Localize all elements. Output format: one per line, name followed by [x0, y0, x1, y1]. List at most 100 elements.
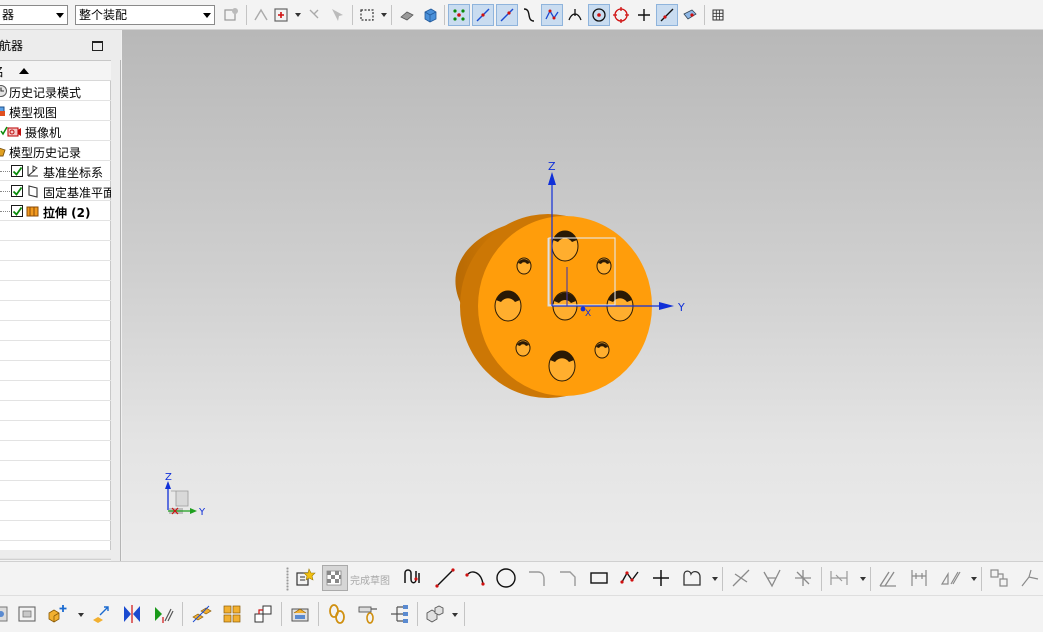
axis-x-label: X [585, 309, 591, 319]
move-component-icon[interactable] [88, 601, 114, 627]
tree-item-cameras[interactable]: 摄像机 [0, 121, 111, 141]
chevron-down-icon [56, 13, 64, 18]
datum-csys-icon [27, 165, 38, 177]
sketch-icon[interactable] [292, 565, 318, 591]
tree-item-datum-plane[interactable]: 固定基准平面 [0, 181, 111, 201]
quick-trim-icon[interactable] [728, 565, 754, 591]
tree-item-label: 拉伸 (2) [43, 206, 91, 220]
deselect-icon[interactable] [304, 4, 326, 26]
point-tool-icon[interactable] [648, 565, 674, 591]
assembly-scope-dropdown[interactable]: 整个装配 [75, 5, 215, 25]
tree-item-datum-csys[interactable]: 基准坐标系 [0, 161, 111, 181]
fillet-tool-icon[interactable] [524, 565, 550, 591]
finish-sketch-icon[interactable] [322, 565, 348, 591]
snap-line-icon[interactable] [472, 4, 494, 26]
line-tool-icon[interactable] [432, 565, 458, 591]
display-constraints-icon[interactable] [986, 565, 1012, 591]
type-filter-icon[interactable] [270, 4, 292, 26]
graphics-viewport[interactable]: Z Y X Z Y [122, 30, 1043, 561]
snap-midpoint-icon[interactable] [496, 4, 518, 26]
snap-control-point-icon[interactable] [541, 4, 563, 26]
assembly-navigator-icon[interactable] [0, 601, 14, 627]
replace-component-icon[interactable] [250, 601, 276, 627]
tree-item-label: 基准坐标系 [43, 166, 104, 180]
select-all-icon[interactable] [326, 4, 348, 26]
shaded-solid-icon[interactable] [396, 4, 418, 26]
wave-link-icon[interactable] [324, 601, 350, 627]
snap-end-point-icon[interactable] [448, 4, 470, 26]
assembly-sequence-icon[interactable] [287, 601, 313, 627]
visibility-checkbox[interactable] [11, 165, 23, 177]
interpart-link-browser-icon[interactable] [355, 601, 381, 627]
tree-empty-row [0, 321, 111, 341]
toolbar-grip[interactable] [286, 567, 289, 591]
quick-extend-icon[interactable] [759, 565, 785, 591]
snap-curve-icon[interactable] [518, 4, 540, 26]
selection-filter-dropdown[interactable]: 器 [0, 5, 68, 25]
chevron-down-icon[interactable] [971, 577, 977, 581]
relationship-browser-icon[interactable] [386, 601, 412, 627]
toolbar-separator [722, 567, 723, 591]
new-component-icon[interactable] [45, 601, 71, 627]
visibility-checkbox[interactable] [11, 185, 23, 197]
profile-icon[interactable] [401, 565, 427, 591]
sort-ascending-icon[interactable] [19, 68, 29, 74]
extrude-icon [26, 206, 39, 217]
parallel-constraint-icon[interactable] [875, 565, 901, 591]
snap-center-icon[interactable] [588, 4, 610, 26]
geometric-constraints-icon[interactable] [937, 565, 963, 591]
tree-item-extrude[interactable]: 拉伸 (2) [0, 201, 111, 221]
view-triad[interactable]: Z Y [165, 472, 206, 518]
arc-tool-icon[interactable] [462, 565, 488, 591]
rectangle-select-icon[interactable] [356, 4, 378, 26]
mirror-assembly-icon[interactable] [188, 601, 214, 627]
component-array-icon[interactable] [219, 601, 245, 627]
chevron-down-icon[interactable] [381, 13, 387, 17]
show-hide-constraints-icon[interactable] [150, 601, 176, 627]
tree-item-history-mode[interactable]: 历史记录模式 [0, 81, 111, 101]
visibility-checkbox[interactable] [11, 205, 23, 217]
studio-spline-icon[interactable] [679, 565, 705, 591]
chevron-down-icon[interactable] [712, 577, 718, 581]
navigator-column-header[interactable]: 名 [0, 61, 111, 81]
rapid-dimension-icon[interactable] [906, 565, 932, 591]
snap-intersection-icon[interactable] [633, 4, 655, 26]
inferred-constraints-icon[interactable] [1017, 565, 1043, 591]
viewport-canvas[interactable]: Z Y X Z Y [122, 30, 1043, 561]
toolbar-separator [417, 602, 418, 626]
snap-on-curve-icon[interactable] [656, 4, 678, 26]
add-component-icon[interactable] [14, 601, 40, 627]
chevron-down-icon[interactable] [860, 577, 866, 581]
tree-empty-row [0, 221, 111, 241]
chevron-down-icon[interactable] [295, 13, 301, 17]
circle-tool-icon[interactable] [493, 565, 519, 591]
exploded-view-icon[interactable] [422, 601, 448, 627]
snap-point-icon[interactable] [250, 4, 272, 26]
rectangle-tool-icon[interactable] [586, 565, 612, 591]
chamfer-tool-icon[interactable] [555, 565, 581, 591]
column-name-label: 名 [0, 63, 4, 80]
grid-icon[interactable] [707, 4, 729, 26]
finish-sketch-label[interactable]: 完成草图 [350, 572, 390, 587]
snap-perpendicular-icon[interactable] [564, 4, 586, 26]
tree-item-label: 固定基准平面 [43, 186, 111, 200]
tree-item-model-views[interactable]: 模型视图 [0, 101, 111, 121]
make-corner-icon[interactable] [790, 565, 816, 591]
filter-settings-icon[interactable] [220, 4, 242, 26]
solid-body-icon[interactable] [419, 4, 441, 26]
toolbar-separator [246, 5, 247, 25]
snap-on-face-icon[interactable] [679, 4, 701, 26]
snap-quadrant-icon[interactable] [610, 4, 632, 26]
chevron-down-icon[interactable] [452, 613, 458, 617]
navigator-title: 导航器 [0, 39, 24, 53]
triad-y-label: Y [198, 507, 206, 518]
offset-curve-icon[interactable] [826, 565, 852, 591]
assembly-constraints-icon[interactable] [119, 601, 145, 627]
chevron-down-icon[interactable] [78, 613, 84, 617]
polygon-tool-icon[interactable] [617, 565, 643, 591]
toolbar-separator [318, 602, 319, 626]
datum-plane-icon [28, 185, 38, 198]
tree-item-model-history[interactable]: 模型历史记录 [0, 141, 111, 161]
maximize-icon[interactable] [92, 41, 103, 51]
toolbar-separator [391, 5, 392, 25]
